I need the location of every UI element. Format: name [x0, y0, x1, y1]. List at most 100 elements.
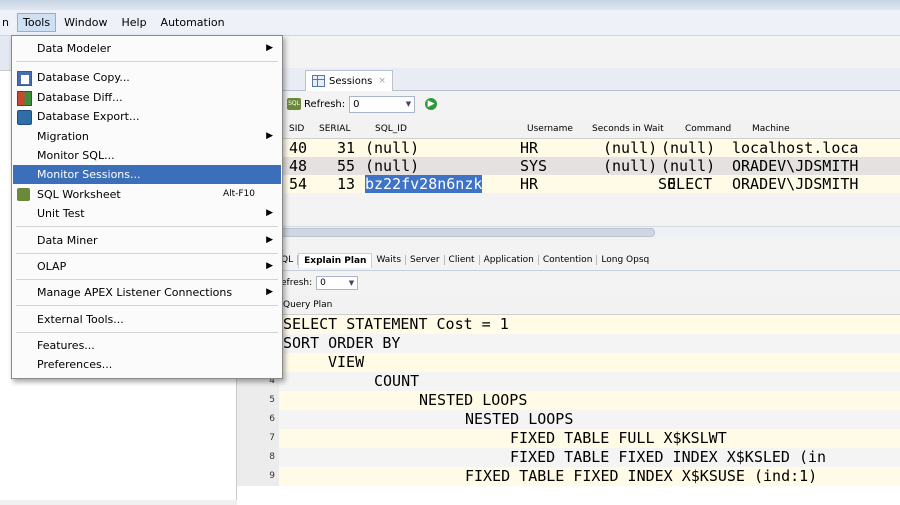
col-command[interactable]: Command	[685, 124, 731, 134]
menu-item-database-export[interactable]: Database Export...	[13, 107, 281, 126]
plan-text: SELECT STATEMENT Cost = 1	[283, 315, 509, 333]
cell-sid: 54	[289, 175, 308, 193]
cell-username: HR	[520, 175, 539, 193]
detail-toolbar: efresh: 0 ▼	[237, 274, 900, 292]
col-sql-id[interactable]: SQL_ID	[375, 124, 407, 134]
menu-item-label: Manage APEX Listener Connections	[37, 286, 233, 299]
table-row[interactable]: 48 55 (null) SYS (null) (null) ORADEV\JD…	[237, 157, 900, 175]
scroll-thumb[interactable]	[243, 228, 655, 237]
horizontal-scrollbar[interactable]	[237, 226, 900, 237]
menu-item-migration[interactable]: Migration ▶	[13, 127, 281, 146]
plan-text: SORT ORDER BY	[283, 334, 401, 352]
tab-label: Sessions	[329, 75, 373, 87]
menu-item-sql-worksheet[interactable]: SQL Worksheet Alt-F10	[13, 185, 281, 204]
cell-sql-id: (null)	[365, 157, 420, 175]
cell-sql-id: (null)	[365, 139, 420, 157]
plan-text: NESTED LOOPS	[419, 391, 528, 409]
menu-item-manage-apex-listener[interactable]: Manage APEX Listener Connections ▶	[13, 283, 281, 302]
plan-row[interactable]: 4 COUNT	[237, 372, 900, 391]
run-icon[interactable]: ▶	[425, 98, 438, 110]
tab-long-ops[interactable]: Long Opsq	[597, 255, 653, 265]
col-seconds-in-wait[interactable]: Seconds in Wait	[592, 124, 664, 134]
menu-item-unit-test[interactable]: Unit Test ▶	[13, 204, 281, 223]
table-row[interactable]: 40 31 (null) HR (null) (null) localhost.…	[237, 139, 900, 157]
menu-item-database-copy[interactable]: Database Copy...	[13, 68, 281, 87]
cell-username: HR	[520, 139, 539, 157]
tab-explain-plan[interactable]: Explain Plan	[298, 252, 373, 268]
refresh-interval-select[interactable]: 0 ▼	[316, 276, 359, 290]
refresh-interval-select[interactable]: 0 ▼	[349, 95, 416, 113]
plan-row[interactable]: VIEW	[237, 353, 900, 372]
cell-serial: 31	[337, 139, 356, 157]
menu-tools[interactable]: Tools	[16, 13, 57, 32]
sessions-toolbar: SQL Refresh: 0 ▼ ▶	[237, 93, 900, 115]
plan-row[interactable]: 5 NESTED LOOPS	[237, 391, 900, 410]
cell-machine: ORADEV\JDSMITH	[732, 175, 859, 193]
menu-item-data-miner[interactable]: Data Miner ▶	[13, 231, 281, 250]
menu-item-olap[interactable]: OLAP ▶	[13, 257, 281, 276]
refresh-label: Refresh:	[304, 98, 346, 110]
menu-item-monitor-sql[interactable]: Monitor SQL...	[13, 146, 281, 165]
plan-row[interactable]: SELECT STATEMENT Cost = 1	[237, 315, 900, 334]
tab-contention[interactable]: Contention	[539, 255, 598, 265]
submenu-arrow-icon: ▶	[266, 131, 273, 141]
plan-row[interactable]: 8 FIXED TABLE FIXED INDEX X$KSLED (in	[237, 448, 900, 467]
cell-seconds: (null)	[603, 139, 658, 157]
tab-waits[interactable]: Waits	[372, 255, 407, 265]
sql-icon[interactable]: SQL	[287, 98, 301, 110]
close-icon[interactable]: ×	[378, 76, 386, 86]
table-row[interactable]: 54 13 bz22fv28n6nzk HR 0 SELECT ORADEV\J…	[237, 175, 900, 193]
chevron-down-icon: ▼	[348, 279, 355, 287]
menu-shortcut: Alt-F10	[222, 189, 255, 199]
line-number: 8	[237, 448, 279, 467]
submenu-arrow-icon: ▶	[266, 235, 273, 245]
cell-sid: 48	[289, 157, 308, 175]
plan-row[interactable]: 6 NESTED LOOPS	[237, 410, 900, 429]
menu-item-external-tools[interactable]: External Tools...	[13, 310, 281, 329]
title-bar	[0, 0, 900, 10]
tab-sessions[interactable]: Sessions ×	[305, 70, 393, 91]
editor-area: g × Sessions × SQL Refresh: 0 ▼ ▶ SID SE…	[237, 36, 900, 505]
plan-header-label[interactable]: Query Plan	[283, 300, 332, 310]
plan-row[interactable]: 7 FIXED TABLE FULL X$KSLWT	[237, 429, 900, 448]
submenu-arrow-icon: ▶	[266, 43, 273, 53]
menu-navigate[interactable]: n	[0, 13, 15, 32]
menu-item-monitor-sessions[interactable]: Monitor Sessions...	[13, 165, 281, 184]
refresh-value: 0	[353, 98, 360, 110]
chevron-down-icon: ▼	[405, 100, 412, 108]
menu-item-label: Preferences...	[37, 358, 113, 371]
col-machine[interactable]: Machine	[752, 124, 790, 134]
menu-item-label: Data Miner	[37, 234, 98, 247]
menu-automation[interactable]: Automation	[155, 13, 231, 32]
cell-machine: localhost.loca	[732, 139, 859, 157]
menu-item-preferences[interactable]: Preferences...	[13, 355, 281, 374]
cell-sql-id[interactable]: bz22fv28n6nzk	[365, 175, 483, 193]
refresh-value: 0	[320, 278, 326, 288]
col-serial[interactable]: SERIAL	[319, 124, 350, 134]
menu-item-features[interactable]: Features...	[13, 336, 281, 355]
plan-row[interactable]: 9 FIXED TABLE FIXED INDEX X$KSUSE (ind:1…	[237, 467, 900, 486]
plan-row[interactable]: SORT ORDER BY	[237, 334, 900, 353]
cell-command: (null)	[661, 139, 716, 157]
tab-client[interactable]: Client	[445, 255, 480, 265]
submenu-arrow-icon: ▶	[266, 208, 273, 218]
submenu-arrow-icon: ▶	[266, 287, 273, 297]
grid-header: SID SERIAL SQL_ID Username Seconds in Wa…	[237, 122, 900, 139]
editor-tabs: g × Sessions ×	[237, 68, 900, 91]
menu-item-data-modeler[interactable]: Data Modeler ▶	[13, 39, 281, 58]
menu-window[interactable]: Window	[58, 13, 113, 32]
tab-application[interactable]: Application	[480, 255, 539, 265]
grid-icon	[312, 75, 325, 87]
menu-item-label: External Tools...	[37, 313, 124, 326]
menu-help[interactable]: Help	[115, 13, 152, 32]
tab-server[interactable]: Server	[406, 255, 445, 265]
detail-tabs: QL Explain Plan Waits Server Client Appl…	[237, 250, 900, 271]
col-sid[interactable]: SID	[289, 124, 304, 134]
menu-item-database-diff[interactable]: Database Diff...	[13, 88, 281, 107]
cell-command: SELECT	[658, 175, 713, 193]
line-number: 6	[237, 410, 279, 429]
line-number: 5	[237, 391, 279, 410]
menu-bar: n Tools Window Help Automation	[0, 10, 900, 36]
col-username[interactable]: Username	[527, 124, 573, 134]
plan-text: COUNT	[374, 372, 420, 390]
